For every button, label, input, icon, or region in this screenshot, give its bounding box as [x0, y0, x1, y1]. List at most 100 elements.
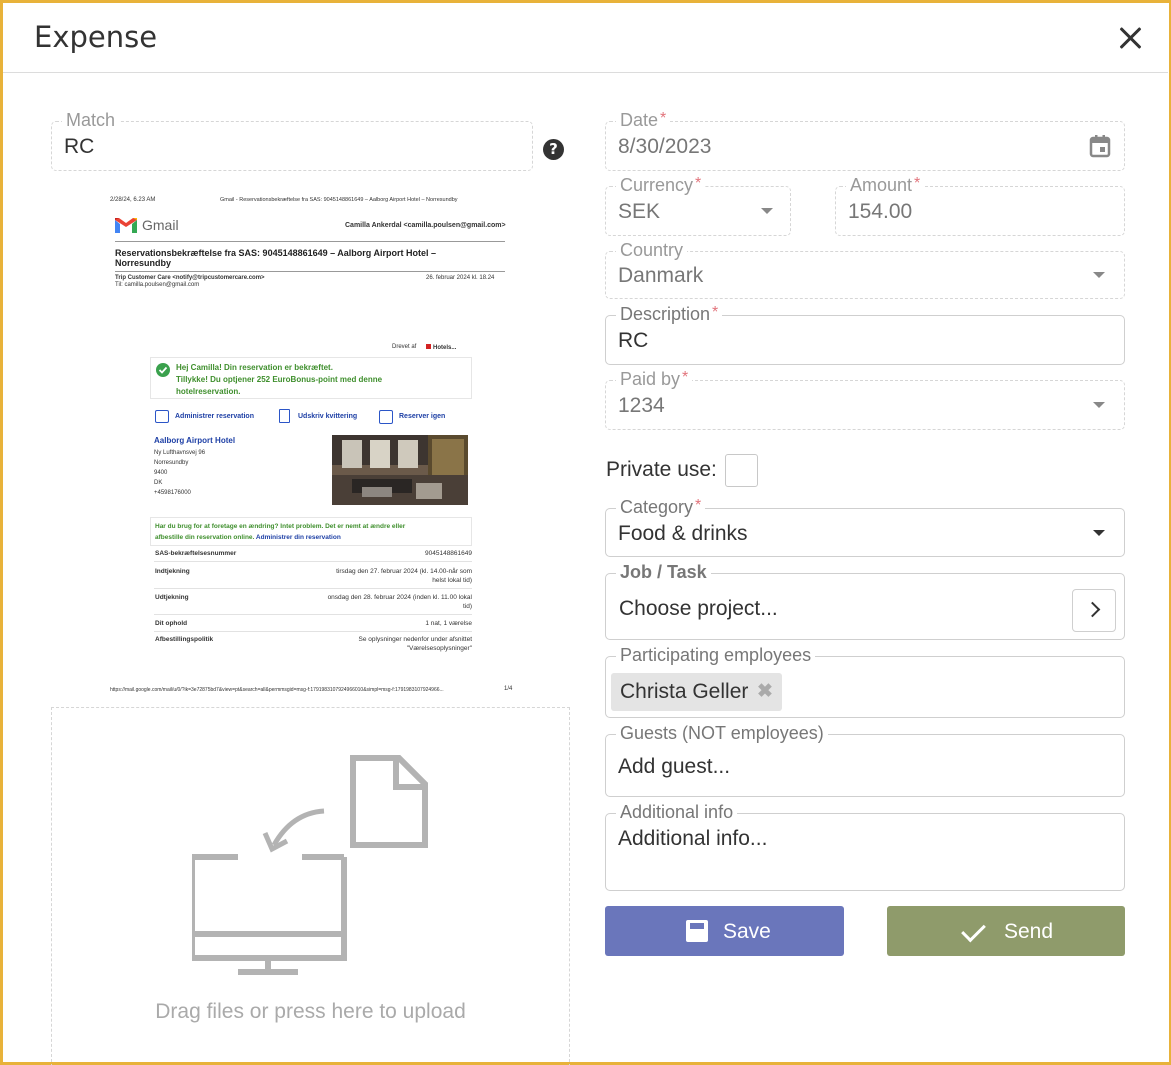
currency-label: Currency * [616, 175, 706, 196]
receipt-address: DK [154, 480, 163, 486]
edit-icon [155, 410, 169, 423]
receipt-row-value: helst lokal tid) [432, 577, 472, 584]
guests-label: Guests (NOT employees) [616, 723, 828, 744]
private-use-label: Private use: [606, 458, 717, 481]
currency-value: SEK [618, 200, 661, 223]
amount-label: Amount * [846, 175, 925, 196]
guests-field[interactable]: Guests (NOT employees) Add guest... [605, 723, 1125, 797]
job-task-label: Job / Task [616, 562, 711, 583]
send-button-label: Send [1004, 920, 1054, 943]
dialog-title: Expense [34, 20, 158, 54]
participant-name: Christa Geller [620, 680, 749, 703]
additional-info-placeholder: Additional info... [618, 827, 768, 850]
receipt-row-value: tirsdag den 27. februar 2024 (kl. 14.00-… [336, 568, 472, 575]
receipt-date: 26. februar 2024 kl. 18.24 [426, 275, 495, 281]
receipt-to: Til: camilla.poulsen@gmail.com [115, 282, 200, 288]
additional-info-field[interactable]: Additional info Additional info... [605, 802, 1125, 891]
receipt-row-value: 1 nat, 1 værelse [425, 620, 472, 627]
save-button[interactable]: Save [605, 906, 844, 956]
category-select[interactable]: Category * Food & drinks [605, 497, 1125, 557]
receipt-address: Ny Lufthavnsvej 96 [154, 450, 206, 456]
receipt-subject-line2: Norresundby [115, 258, 172, 268]
match-value: RC [64, 135, 95, 158]
receipt-row-key: SAS-bekræftelsesnummer [155, 550, 237, 557]
participants-label: Participating employees [616, 645, 816, 666]
country-select[interactable]: Country Danmark [605, 240, 1125, 299]
date-value: 8/30/2023 [618, 135, 712, 158]
receipt-row-divider [154, 561, 472, 562]
currency-select[interactable]: Currency * SEK [605, 175, 791, 236]
country-value: Danmark [618, 264, 704, 287]
chevron-down-icon [1093, 530, 1105, 536]
help-icon[interactable]: ? [543, 139, 564, 160]
amount-value: 154.00 [848, 200, 913, 223]
receipt-divider [115, 241, 505, 242]
receipt-notice-2: afbestille din reservation online. Admin… [155, 534, 341, 541]
job-task-field[interactable]: Job / Task Choose project... [605, 562, 1125, 640]
receipt-page-title: Gmail - Reservationsbekræftelse fra SAS:… [220, 197, 458, 203]
receipt-powered-by: Drevet af [392, 344, 417, 350]
receipt-address: Norresundby [154, 460, 189, 466]
guests-placeholder: Add guest... [618, 755, 731, 778]
receipt-row-value: "Værelsesoplysninger" [406, 645, 472, 652]
receipt-from: Trip Customer Care <notify@tripcustomerc… [115, 275, 265, 281]
calendar-icon[interactable] [1089, 134, 1111, 158]
receipt-address: +4598176000 [154, 490, 191, 496]
chevron-down-icon [1093, 402, 1105, 408]
receipt-link-rebook: Reserver igen [399, 413, 446, 420]
paid-by-value: 1234 [618, 394, 665, 417]
receipt-link-manage: Administrer reservation [175, 413, 254, 420]
receipt-preview[interactable]: 2/28/24, 6.23 AM Gmail - Reservationsbek… [106, 192, 518, 694]
receipt-row-value: Se oplysninger nedenfor under afsnittet [358, 636, 472, 643]
receipt-footer-page: 1/4 [504, 686, 513, 692]
close-icon[interactable] [1118, 25, 1144, 51]
match-label: Match [62, 110, 120, 131]
receipt-address: 9400 [154, 470, 168, 476]
description-field[interactable]: Description * RC [605, 304, 1125, 365]
upload-dropzone[interactable]: Drag files or press here to upload [51, 707, 570, 1065]
hotel-photo [332, 435, 468, 505]
remove-icon[interactable]: ✖ [757, 680, 773, 703]
chevron-down-icon [1093, 272, 1105, 278]
date-field[interactable]: Date * 8/30/2023 [605, 110, 1125, 171]
gmail-wordmark: Gmail [142, 217, 179, 233]
match-field[interactable]: Match RC [51, 110, 533, 171]
description-label: Description * [616, 304, 723, 325]
chevron-right-icon [1084, 601, 1101, 618]
receipt-brand: Hotels... [426, 344, 456, 351]
receipt-divider [115, 271, 505, 272]
save-button-label: Save [723, 920, 771, 943]
amount-field[interactable]: Amount * 154.00 [835, 175, 1125, 236]
receipt-row-key: Afbestillingspolitik [155, 636, 214, 643]
receipt-hotel-name: Aalborg Airport Hotel [154, 436, 236, 445]
dialog-header: Expense [3, 3, 1168, 73]
receipt-row-divider [154, 614, 472, 615]
check-icon [961, 917, 986, 943]
document-icon [279, 409, 290, 423]
receipt-row-value: 9045148861649 [425, 550, 472, 557]
receipt-greeting-3: hotelreservation. [176, 387, 241, 396]
receipt-notice-box: Har du brug for at foretage en ændring? … [150, 517, 472, 546]
country-label: Country [616, 240, 688, 261]
description-value: RC [618, 329, 649, 352]
chevron-down-icon [761, 208, 773, 214]
check-circle-icon [156, 363, 170, 377]
receipt-confirmation-box: Hej Camilla! Din reservation er bekræfte… [150, 357, 472, 399]
receipt-row-value: tid) [462, 603, 472, 610]
receipt-row-key: Udtjekning [155, 594, 189, 601]
receipt-link-print: Udskriv kvittering [298, 413, 358, 420]
send-button[interactable]: Send [887, 906, 1125, 956]
participant-chip: Christa Geller ✖ [611, 673, 782, 711]
category-value: Food & drinks [618, 522, 748, 545]
upload-computer-icon [192, 755, 428, 975]
receipt-greeting-1: Hej Camilla! Din reservation er bekræfte… [176, 363, 333, 372]
receipt-subject-line1: Reservationsbekræftelse fra SAS: 9045148… [115, 248, 436, 258]
private-use-checkbox[interactable] [725, 454, 758, 487]
receipt-greeting-2: Tillykke! Du optjener 252 EuroBonus-poin… [176, 375, 383, 384]
receipt-row-key: Indtjekning [155, 568, 190, 575]
receipt-row-value: onsdag den 28. februar 2024 (inden kl. 1… [327, 594, 472, 601]
paid-by-select[interactable]: Paid by * 1234 [605, 369, 1125, 430]
choose-project-button[interactable] [1072, 589, 1116, 632]
date-label: Date * [616, 110, 671, 131]
receipt-row-key: Dit ophold [155, 620, 188, 627]
